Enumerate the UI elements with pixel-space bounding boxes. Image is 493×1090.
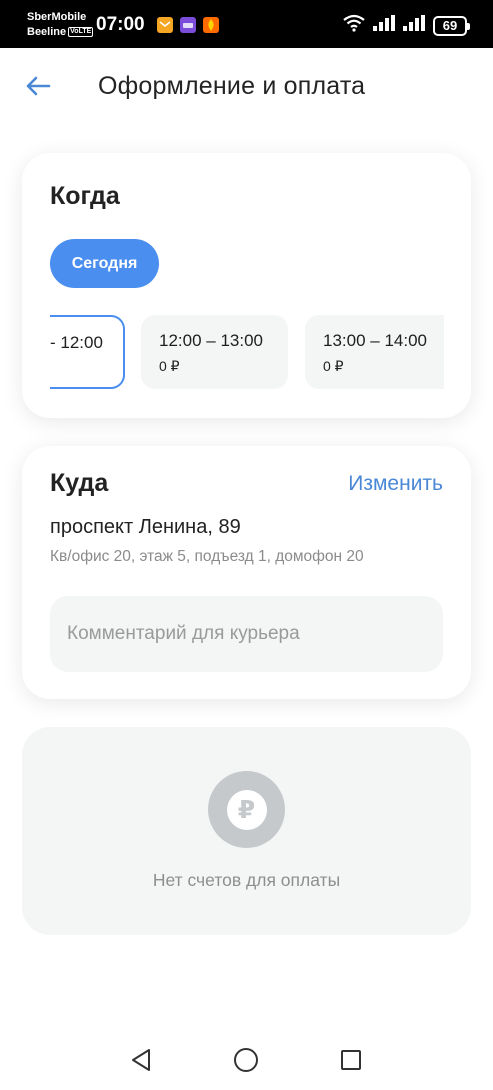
- system-nav-bar: [0, 1030, 493, 1090]
- wifi-icon: [343, 14, 365, 37]
- nav-back-button[interactable]: [128, 1048, 154, 1077]
- day-chip-today[interactable]: Сегодня: [50, 239, 159, 288]
- volte-badge: VoLTE: [68, 27, 94, 38]
- nav-home-button[interactable]: [233, 1047, 259, 1078]
- address-line: проспект Ленина, 89: [50, 516, 241, 538]
- payment-card: ₽ Нет счетов для оплаты: [22, 727, 471, 935]
- signal-icon-2: [403, 15, 425, 36]
- carrier-name-2: Beeline: [27, 26, 67, 38]
- circle-home-icon: [233, 1047, 259, 1078]
- time-slot[interactable]: 12:00 – 13:00 0 ₽: [141, 315, 288, 389]
- nav-recents-button[interactable]: [338, 1049, 364, 1075]
- slot-time: 12:00 – 13:00: [159, 331, 263, 350]
- back-button[interactable]: [22, 72, 54, 104]
- slot-time: - 12:00: [50, 333, 103, 352]
- change-address-link[interactable]: Изменить: [348, 472, 443, 496]
- delivery-address-card: Куда Изменить проспект Ленина, 89 Кв/офи…: [22, 446, 471, 699]
- mail-app-icon: [157, 17, 173, 33]
- carrier-name-1: SberMobile: [27, 11, 87, 23]
- address-details: Кв/офис 20, этаж 5, подъезд 1, домофон 2…: [50, 548, 364, 565]
- delivery-time-card: Когда Сегодня - 12:00 12:00 – 13:00 0 ₽ …: [22, 153, 471, 418]
- status-indicators: 69: [343, 14, 470, 37]
- time-slot-selected[interactable]: - 12:00: [50, 315, 125, 389]
- battery-indicator: 69: [433, 15, 470, 36]
- signal-icon: [373, 15, 395, 36]
- slot-price: 0 ₽: [323, 358, 344, 374]
- where-title: Куда: [50, 469, 109, 497]
- square-recents-icon: [340, 1049, 362, 1076]
- page-title: Оформление и оплата: [98, 72, 366, 100]
- slot-price: 0 ₽: [159, 358, 180, 374]
- carrier-info: SberMobile Beeline VoLTE: [27, 10, 94, 40]
- when-title: Когда: [50, 182, 120, 210]
- game-app-icon: [203, 17, 219, 33]
- courier-comment-input[interactable]: [50, 596, 443, 672]
- time-slot-list[interactable]: - 12:00 12:00 – 13:00 0 ₽ 13:00 – 14:00 …: [50, 315, 444, 391]
- app-header: Оформление и оплата: [0, 48, 493, 130]
- ruble-icon: ₽: [208, 771, 285, 848]
- no-bills-text: Нет счетов для оплаты: [152, 870, 341, 890]
- clock: 07:00: [96, 14, 145, 35]
- triangle-back-icon: [130, 1048, 152, 1077]
- arrow-left-icon: [25, 75, 51, 102]
- ruble-symbol: ₽: [226, 789, 267, 830]
- slot-time: 13:00 – 14:00: [323, 331, 427, 350]
- time-slot[interactable]: 13:00 – 14:00 0 ₽: [305, 315, 444, 389]
- market-app-icon: [180, 17, 196, 33]
- status-bar: SberMobile Beeline VoLTE 07:00 69: [0, 0, 493, 48]
